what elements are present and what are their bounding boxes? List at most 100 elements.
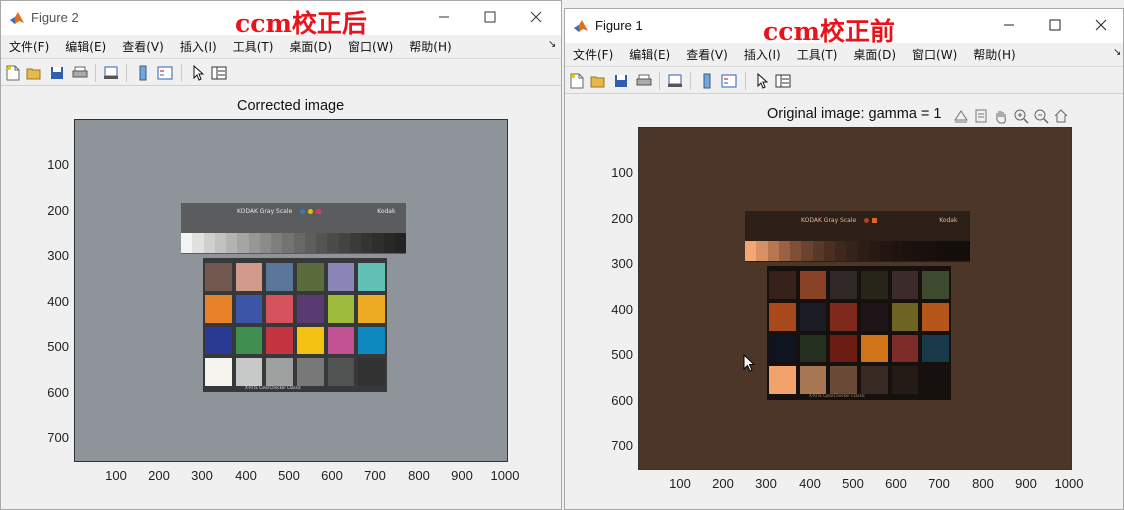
figure-toolbar <box>1 58 561 86</box>
open-file-icon[interactable] <box>589 72 607 90</box>
menu-view[interactable]: 查看(V) <box>678 46 736 63</box>
color-patch <box>891 302 919 331</box>
print-icon[interactable] <box>635 72 653 90</box>
title-bar[interactable]: Figure 1 ccm校正前 <box>565 9 1123 46</box>
color-patch <box>830 271 857 299</box>
x-tick: 300 <box>755 476 777 491</box>
minimize-button[interactable] <box>986 9 1032 41</box>
color-patch <box>769 366 796 394</box>
menu-desktop[interactable]: 桌面(D) <box>281 38 340 55</box>
kodak-label: KODAK Gray Scale <box>237 207 293 215</box>
menu-window[interactable]: 窗口(W) <box>340 38 401 55</box>
kodak-dot <box>316 208 322 214</box>
gray-step <box>823 241 835 261</box>
color-patch <box>296 294 324 323</box>
axes-toolbar <box>951 106 1073 126</box>
gray-step <box>790 241 802 261</box>
menu-tools[interactable]: 工具(T) <box>789 46 846 63</box>
y-tick: 600 <box>611 393 633 408</box>
color-patch <box>891 271 919 299</box>
menu-insert[interactable]: 插入(I) <box>172 38 225 55</box>
menu-help[interactable]: 帮助(H) <box>965 46 1023 63</box>
menu-overflow-icon[interactable]: ↘ <box>1113 47 1121 58</box>
y-tick: 700 <box>47 430 69 445</box>
maximize-button[interactable] <box>1032 9 1078 41</box>
y-tick: 400 <box>611 302 633 317</box>
save-icon[interactable] <box>48 64 66 82</box>
data-tips-icon[interactable] <box>971 106 991 126</box>
link-plot-icon[interactable] <box>102 64 120 82</box>
mouse-cursor-icon <box>743 353 756 376</box>
link-plot-icon[interactable] <box>666 72 684 90</box>
menu-desktop[interactable]: 桌面(D) <box>845 46 904 63</box>
image-axes[interactable]: KODAK Gray Scale Kodak X-RITE ColorCheck… <box>74 119 508 462</box>
gray-step <box>925 241 937 261</box>
color-patch <box>922 302 949 331</box>
color-patch <box>235 326 263 355</box>
property-inspector-icon[interactable] <box>774 72 792 90</box>
menu-edit[interactable]: 编辑(E) <box>621 46 678 63</box>
color-patch <box>922 271 949 299</box>
pan-icon[interactable] <box>991 106 1011 126</box>
colorbar-icon[interactable] <box>134 64 152 82</box>
title-bar[interactable]: Figure 2 ccm校正后 <box>1 1 561 38</box>
close-button[interactable] <box>1078 9 1123 41</box>
gray-step <box>756 241 768 261</box>
pointer-icon[interactable] <box>753 72 771 90</box>
menu-window[interactable]: 窗口(W) <box>904 46 965 63</box>
y-tick: 200 <box>611 211 633 226</box>
color-patch <box>769 334 796 363</box>
color-patch <box>296 326 324 355</box>
new-figure-icon[interactable] <box>568 72 586 90</box>
menu-file[interactable]: 文件(F) <box>565 46 621 63</box>
new-figure-icon[interactable] <box>4 64 22 82</box>
property-inspector-icon[interactable] <box>210 64 228 82</box>
menu-help[interactable]: 帮助(H) <box>401 38 459 55</box>
color-patch <box>860 271 888 299</box>
menu-tools[interactable]: 工具(T) <box>225 38 282 55</box>
menu-file[interactable]: 文件(F) <box>1 38 57 55</box>
color-patch <box>799 334 827 363</box>
color-patch <box>799 302 827 331</box>
gray-step <box>316 233 328 253</box>
figure-2-window: Figure 2 ccm校正后 文件(F) 编辑(E) 查看(V) 插入(I) … <box>0 0 562 510</box>
matlab-icon <box>573 18 589 34</box>
checker-caption: X-RITE ColorChecker Classic <box>245 385 302 390</box>
x-tick: 800 <box>972 476 994 491</box>
close-button[interactable] <box>513 1 559 33</box>
menu-overflow-icon[interactable]: ↘ <box>548 39 556 50</box>
export-icon[interactable] <box>951 106 971 126</box>
color-patch <box>205 294 232 323</box>
open-file-icon[interactable] <box>25 64 43 82</box>
color-patch <box>891 366 919 394</box>
save-icon[interactable] <box>612 72 630 90</box>
menu-view[interactable]: 查看(V) <box>114 38 172 55</box>
image-axes[interactable]: KODAK Gray Scale Kodak X-RITE ColorCheck… <box>638 127 1072 470</box>
y-tick: 300 <box>47 248 69 263</box>
menu-edit[interactable]: 编辑(E) <box>57 38 114 55</box>
y-tick: 300 <box>611 256 633 271</box>
plot-title: Original image: gamma = 1 <box>767 106 942 122</box>
gray-step <box>801 241 813 261</box>
color-patch <box>769 302 796 331</box>
x-tick: 100 <box>669 476 691 491</box>
menu-insert[interactable]: 插入(I) <box>736 46 789 63</box>
legend-icon[interactable] <box>156 64 174 82</box>
minimize-button[interactable] <box>421 1 467 33</box>
gray-step <box>259 233 271 253</box>
print-icon[interactable] <box>71 64 89 82</box>
zoom-out-icon[interactable] <box>1031 106 1051 126</box>
color-patch <box>327 263 355 291</box>
home-icon[interactable] <box>1051 106 1071 126</box>
pointer-icon[interactable] <box>189 64 207 82</box>
colorchecker-grid <box>769 271 949 394</box>
gray-step <box>271 233 283 253</box>
menu-bar: 文件(F) 编辑(E) 查看(V) 插入(I) 工具(T) 桌面(D) 窗口(W… <box>1 35 561 57</box>
zoom-in-icon[interactable] <box>1011 106 1031 126</box>
gray-step <box>349 233 361 253</box>
legend-icon[interactable] <box>720 72 738 90</box>
colorbar-icon[interactable] <box>698 72 716 90</box>
x-tick: 600 <box>321 468 343 483</box>
maximize-button[interactable] <box>467 1 513 33</box>
color-patch <box>266 326 293 355</box>
